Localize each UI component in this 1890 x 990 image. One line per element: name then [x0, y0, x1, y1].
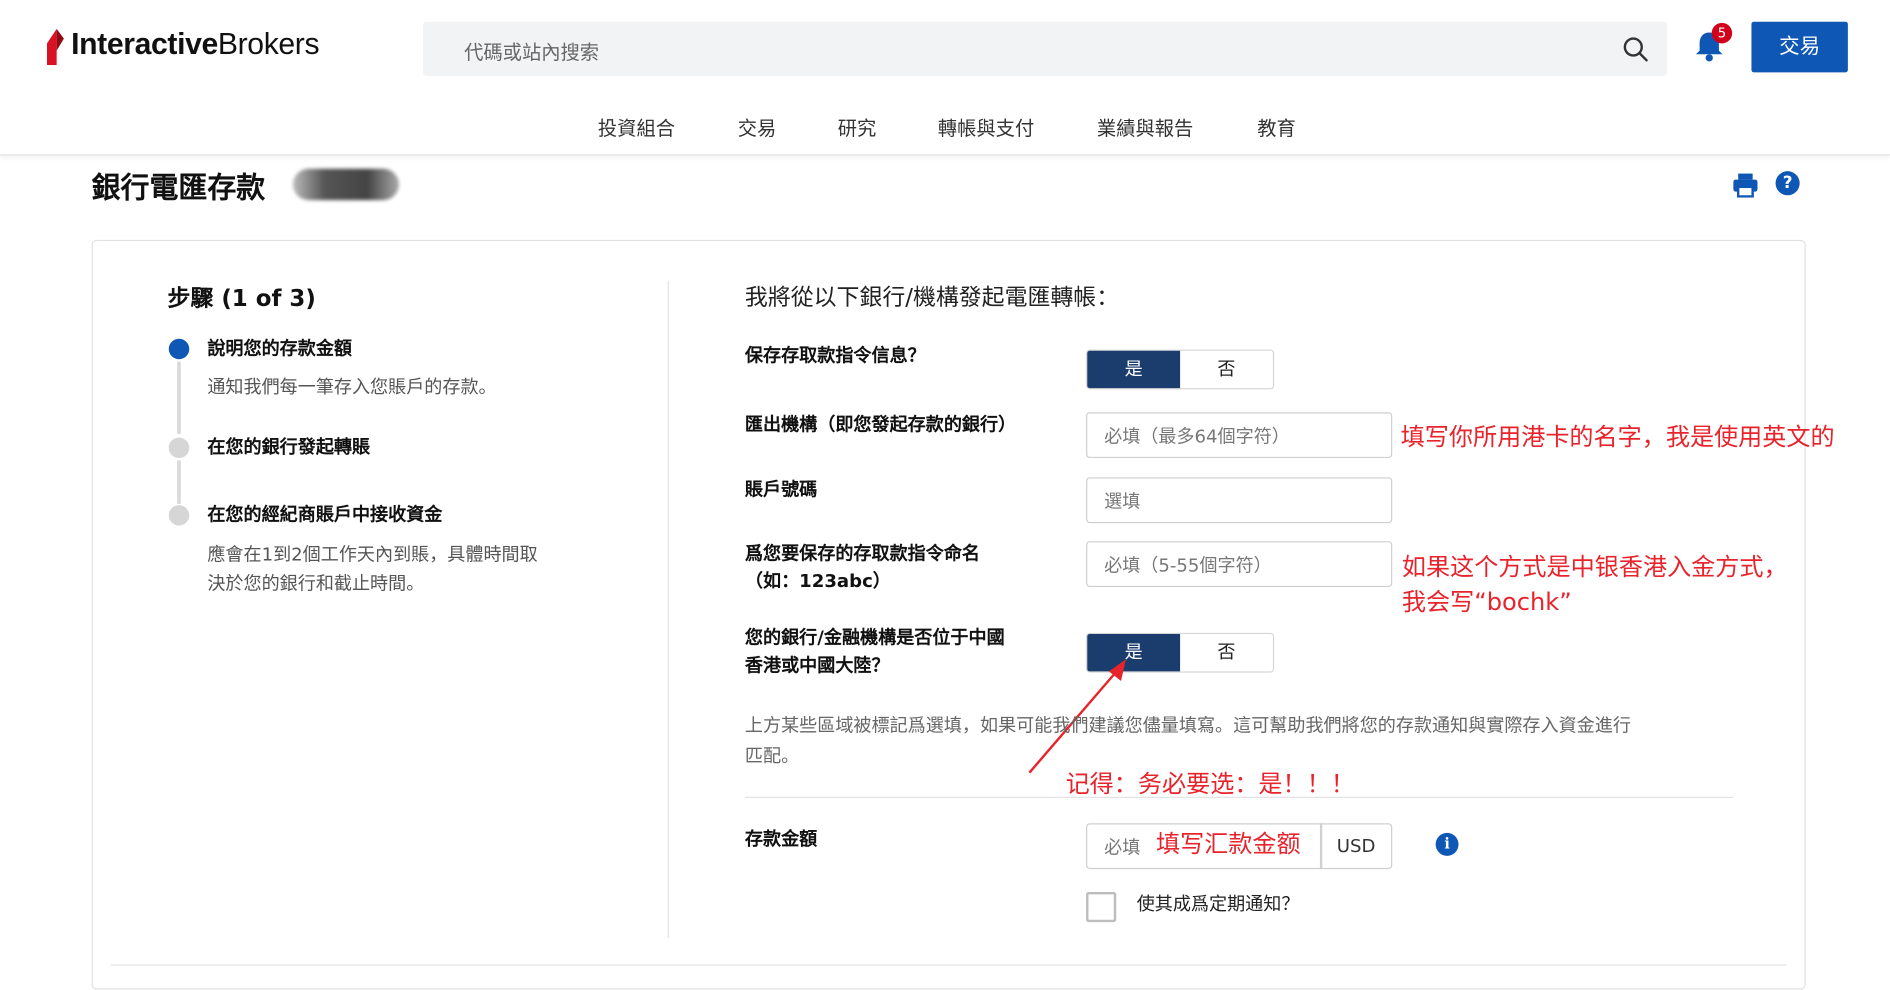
save-instructions-toggle: 是 否 — [1086, 349, 1275, 390]
save-no-option[interactable]: 否 — [1180, 351, 1273, 388]
top-header: Interactive Brokers 代碼或站內搜索 5 交易 投資組合 交易 … — [0, 0, 1890, 156]
bank-name-placeholder: 必填（最多64個字符） — [1104, 425, 1290, 448]
page-title: 銀行電匯存款 — [91, 171, 266, 205]
card-bottom-divider — [110, 964, 1787, 966]
account-id-redacted — [292, 168, 399, 201]
annotation-name-hint-line2: 我会写“bochk” — [1401, 587, 1572, 616]
account-number-label: 賬戶號碼 — [744, 478, 818, 501]
account-number-field[interactable]: 選填 — [1086, 477, 1393, 524]
annotation-amount-hint: 填写汇款金额 — [1155, 829, 1301, 859]
save-yes-option[interactable]: 是 — [1087, 350, 1181, 389]
location-no-option[interactable]: 否 — [1180, 634, 1273, 671]
nav-transfer-pay[interactable]: 轉帳與支付 — [938, 112, 1034, 141]
instruction-name-label-line2: （如：123abc） — [744, 570, 891, 592]
search-input[interactable]: 代碼或站內搜索 — [423, 21, 1668, 76]
step-3-desc-line1: 應會在1到2個工作天內到賬，具體時間取 — [207, 543, 538, 566]
notification-badge: 5 — [1711, 22, 1733, 44]
step-3-desc-line2: 決於您的銀行和截止時間。 — [207, 572, 425, 595]
nav-performance-reports[interactable]: 業績與報告 — [1097, 112, 1193, 141]
step-3-indicator — [168, 505, 190, 526]
logo-text-regular: Brokers — [217, 27, 320, 61]
search-placeholder: 代碼或站內搜索 — [464, 40, 600, 64]
form-divider — [744, 796, 1734, 798]
step-3-label: 在您的經紀商賬戶中接收資金 — [207, 503, 443, 526]
bank-name-label: 匯出機構（即您發起存款的銀行） — [744, 413, 1017, 436]
column-divider — [667, 280, 669, 938]
recurring-label: 使其成爲定期通知？ — [1136, 893, 1300, 915]
save-instructions-label: 保存存取款指令信息？ — [744, 344, 926, 367]
account-number-placeholder: 選填 — [1104, 490, 1141, 513]
nav-education[interactable]: 教育 — [1257, 112, 1296, 141]
optional-fields-note: 上方某些區域被標記爲選填，如果可能我們建議您儘量填寫。這可幫助我們將您的存款通知… — [745, 711, 1733, 771]
section-title: 我將從以下銀行/機構發起電匯轉帳： — [744, 284, 1120, 311]
amount-placeholder: 必填 — [1104, 836, 1141, 859]
note-line2: 匹配。 — [744, 744, 800, 767]
bank-location-label-line2: 香港或中國大陸？ — [744, 654, 890, 677]
step-2-label: 在您的銀行發起轉賬 — [207, 436, 371, 459]
step-1-desc: 通知我們每一筆存入您賬戶的存款。 — [207, 376, 497, 398]
step-1-label: 說明您的存款金額 — [207, 337, 352, 360]
info-icon[interactable]: i — [1435, 832, 1459, 856]
bank-location-label-line1: 您的銀行/金融機構是否位于中國 — [744, 626, 1005, 649]
note-line1: 上方某些區域被標記爲選填，如果可能我們建議您儘量填寫。這可幫助我們將您的存款通知… — [744, 714, 1631, 737]
search-icon[interactable] — [1621, 35, 1650, 64]
steps-title: 步驟 (1 of 3) — [167, 285, 316, 313]
nav-portfolio[interactable]: 投資組合 — [598, 112, 675, 141]
logo-text-bold: Interactive — [71, 27, 218, 61]
brand-logo[interactable]: Interactive Brokers — [42, 20, 320, 68]
step-1-indicator — [168, 338, 190, 360]
recurring-checkbox[interactable] — [1086, 891, 1117, 923]
annotation-bank-hint: 填写你所用港卡的名字，我是使用英文的 — [1400, 421, 1835, 451]
print-icon[interactable] — [1732, 171, 1759, 198]
step-connector — [177, 460, 181, 504]
instruction-name-label-line1: 爲您要保存的存取款指令命名 — [744, 542, 981, 565]
step-connector — [177, 361, 181, 434]
logo-mark-icon — [47, 28, 64, 66]
step-2-indicator — [168, 437, 190, 459]
trade-button[interactable]: 交易 — [1751, 21, 1848, 73]
nav-trade[interactable]: 交易 — [738, 112, 777, 141]
annotation-name-hint-line1: 如果这个方式是中银香港入金方式， — [1401, 552, 1788, 582]
bank-name-field[interactable]: 必填（最多64個字符） — [1086, 412, 1393, 459]
instruction-name-placeholder: 必填（5-55個字符） — [1104, 554, 1272, 577]
amount-label: 存款金額 — [744, 828, 818, 850]
currency-select[interactable]: USD — [1319, 823, 1393, 870]
help-icon[interactable]: ? — [1775, 171, 1800, 196]
instruction-name-field[interactable]: 必填（5-55個字符） — [1086, 541, 1393, 588]
nav-research[interactable]: 研究 — [838, 112, 877, 141]
